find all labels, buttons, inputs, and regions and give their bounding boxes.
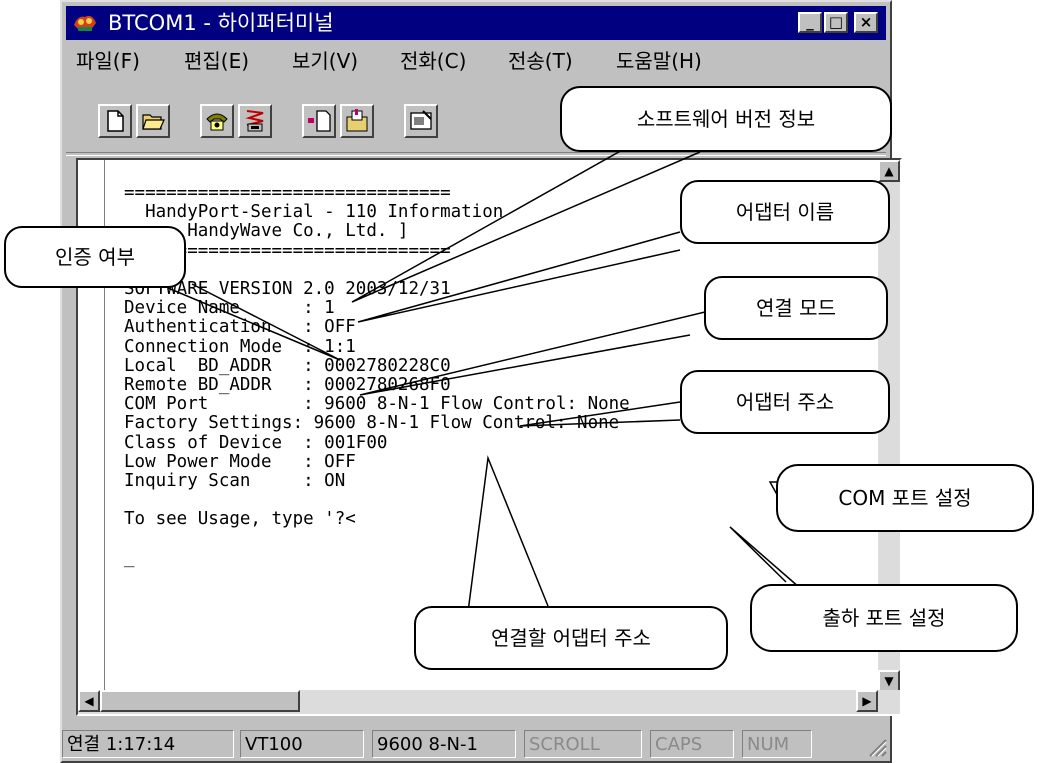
callout-com-port: COM 포트 설정 [776, 464, 1034, 532]
pointer-factory-port [729, 526, 801, 589]
callout-factory-port: 출하 포트 설정 [750, 584, 1018, 652]
pointer-software-version [351, 139, 701, 303]
callout-adapter-address: 어댑터 주소 [680, 370, 890, 434]
callout-connection-mode: 연결 모드 [704, 276, 888, 340]
callout-authentication: 인증 여부 [4, 226, 186, 288]
callout-software-version: 소프트웨어 버전 정보 [560, 86, 892, 152]
callout-remote-address: 연결할 어댑터 주소 [414, 606, 728, 670]
pointer-remote-address [467, 455, 549, 613]
pointer-adapter-name [357, 231, 681, 323]
pointer-adapter-address [519, 401, 681, 427]
pointer-connection-mode [359, 311, 706, 396]
pointer-authentication [167, 283, 341, 361]
callout-adapter-name: 어댑터 이름 [680, 180, 890, 244]
